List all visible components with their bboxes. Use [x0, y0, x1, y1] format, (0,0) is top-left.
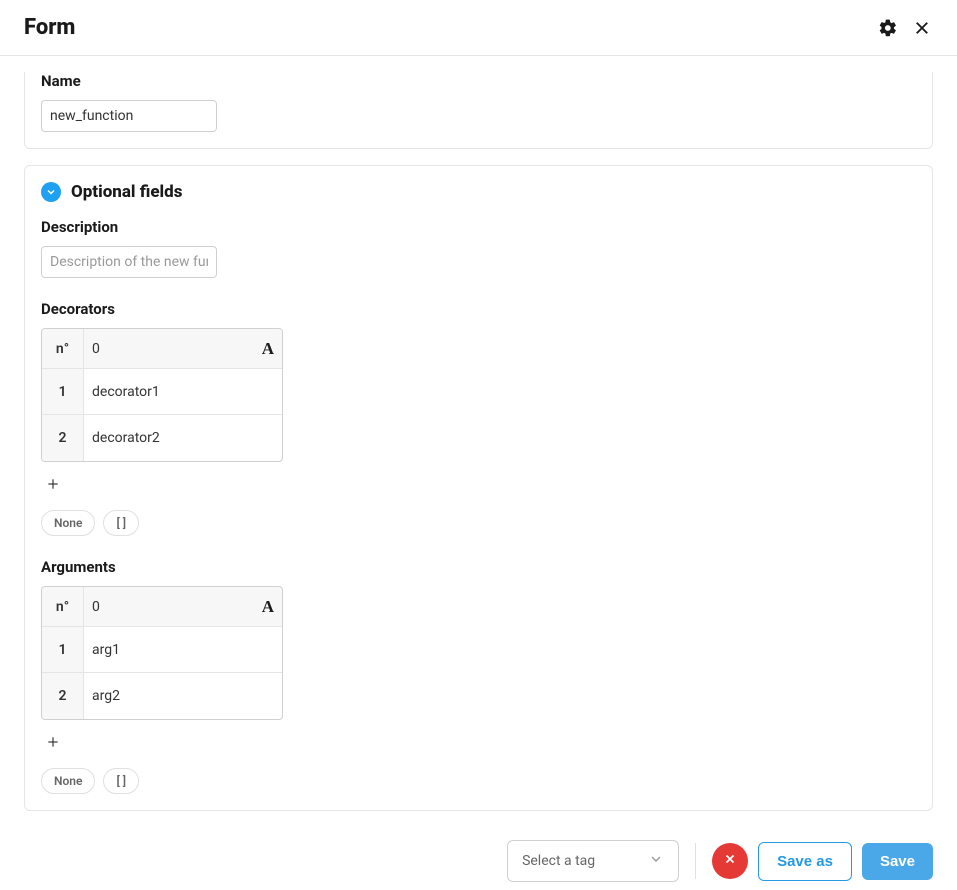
chevron-down-icon[interactable]: [41, 182, 61, 202]
name-input[interactable]: [41, 100, 217, 132]
arguments-pill-row: None [ ]: [41, 768, 916, 794]
decorators-none-pill[interactable]: None: [41, 510, 95, 536]
delete-button[interactable]: [712, 843, 748, 879]
name-label: Name: [41, 72, 916, 90]
decorators-cell[interactable]: decorator2: [84, 415, 282, 461]
arguments-add-row-button[interactable]: [41, 730, 65, 754]
decorators-pill-row: None [ ]: [41, 510, 916, 536]
form-footer: Select a tag Save as Save: [0, 828, 957, 890]
arguments-cell[interactable]: arg2: [84, 673, 282, 719]
save-button[interactable]: Save: [862, 843, 933, 880]
close-icon[interactable]: [911, 17, 933, 39]
table-row: 2 arg2: [42, 673, 282, 719]
arguments-cell[interactable]: arg1: [84, 627, 282, 673]
arguments-none-pill[interactable]: None: [41, 768, 95, 794]
arguments-brackets-pill[interactable]: [ ]: [103, 768, 139, 794]
arguments-col-header-text: 0: [92, 599, 100, 615]
decorators-col-header[interactable]: 0 A: [84, 329, 282, 369]
footer-divider: [695, 843, 696, 879]
tag-select-placeholder: Select a tag: [522, 853, 595, 869]
table-row: 1 arg1: [42, 627, 282, 673]
font-icon: A: [262, 597, 274, 617]
name-card: Name: [24, 72, 933, 149]
save-as-button[interactable]: Save as: [758, 842, 852, 881]
form-header: Form: [0, 0, 957, 56]
form-content: Name Optional fields Description Decorat…: [0, 72, 957, 811]
decorators-col-header-text: 0: [92, 341, 100, 357]
optional-fields-card: Optional fields Description Decorators n…: [24, 165, 933, 811]
row-number: 1: [42, 369, 84, 415]
description-input[interactable]: [41, 246, 217, 278]
row-number: 1: [42, 627, 84, 673]
row-number: 2: [42, 673, 84, 719]
decorators-row-header: n°: [42, 329, 84, 369]
chevron-down-icon: [648, 851, 664, 871]
font-icon: A: [262, 339, 274, 359]
arguments-table: n° 0 A 1 arg1 2 arg2: [41, 586, 283, 720]
optional-fields-header[interactable]: Optional fields: [41, 182, 916, 202]
arguments-label: Arguments: [41, 558, 916, 576]
row-number: 2: [42, 415, 84, 461]
decorators-label: Decorators: [41, 300, 916, 318]
decorators-table: n° 0 A 1 decorator1 2 decorator2: [41, 328, 283, 462]
settings-icon[interactable]: [877, 17, 899, 39]
decorators-cell[interactable]: decorator1: [84, 369, 282, 415]
header-icons: [877, 17, 933, 39]
table-row: 2 decorator2: [42, 415, 282, 461]
footer-buttons: Save as Save: [712, 842, 933, 881]
optional-fields-title: Optional fields: [71, 182, 182, 202]
table-row: 1 decorator1: [42, 369, 282, 415]
decorators-add-row-button[interactable]: [41, 472, 65, 496]
description-label: Description: [41, 218, 916, 236]
decorators-brackets-pill[interactable]: [ ]: [103, 510, 139, 536]
page-title: Form: [24, 15, 75, 40]
arguments-col-header[interactable]: 0 A: [84, 587, 282, 627]
arguments-row-header: n°: [42, 587, 84, 627]
tag-select[interactable]: Select a tag: [507, 840, 679, 882]
close-icon: [723, 852, 737, 871]
